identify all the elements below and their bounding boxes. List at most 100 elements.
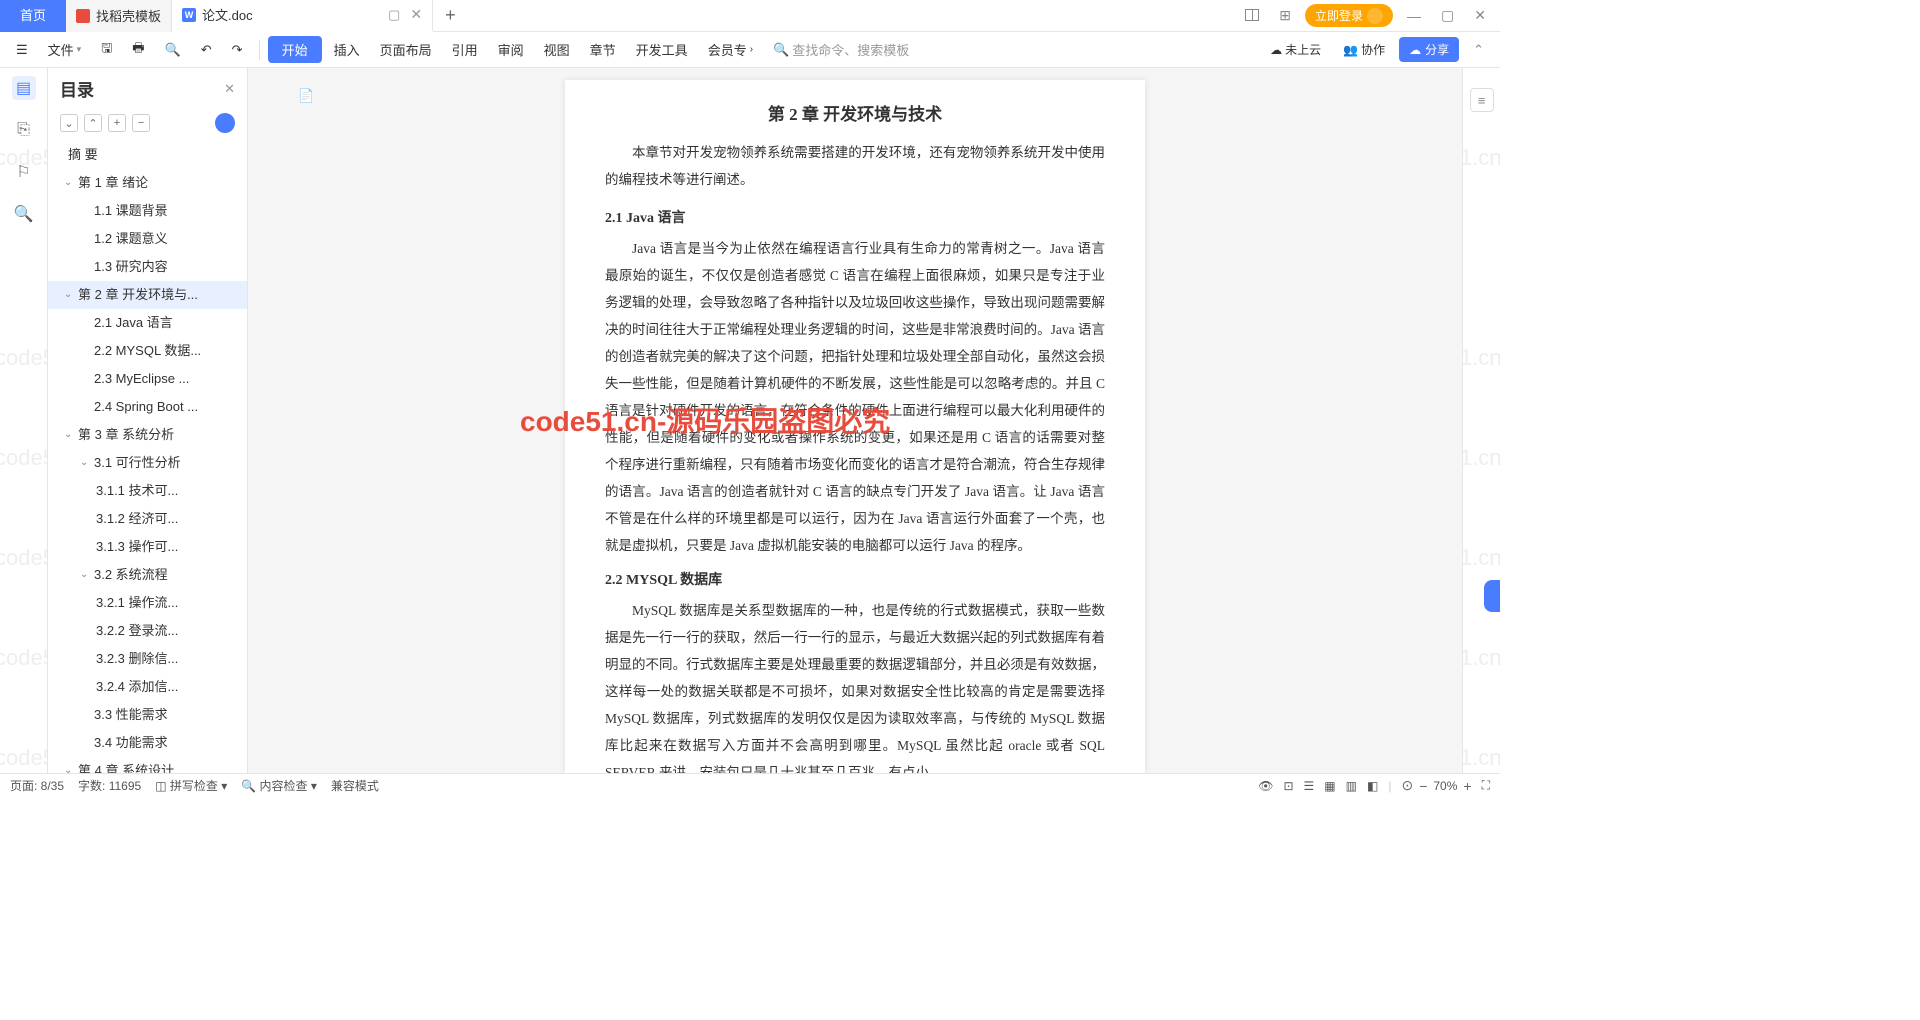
toc-item[interactable]: 3.1.2 经济可... [48,505,247,533]
toc-item-label: 1.3 研究内容 [94,257,168,277]
chevron-icon[interactable]: ⌄ [80,565,90,585]
toc-item[interactable]: 1.2 课题意义 [48,225,247,253]
tab-review[interactable]: 审阅 [490,36,532,63]
toc-collapse-icon[interactable]: ⌄ [60,114,78,132]
contentcheck-button[interactable]: 🔍 内容检查 ▾ [241,777,317,794]
toc-item[interactable]: ⌄3.2 系统流程 [48,561,247,589]
toc-item[interactable]: 2.3 MyEclipse ... [48,365,247,393]
toc-item[interactable]: 3.2.2 登录流... [48,617,247,645]
toc-item[interactable]: 3.1.1 技术可... [48,477,247,505]
minimize-button[interactable]: — [1401,8,1427,24]
word-count[interactable]: 字数: 11695 [78,777,141,794]
file-menu[interactable]: 文件 ▾ [40,36,90,63]
tab-template[interactable]: 找稻壳模板 [66,0,172,32]
cloud-status[interactable]: ☁ 未上云 [1262,37,1329,62]
print-icon[interactable]: 🖶 [124,35,152,65]
apps-icon[interactable]: ⊞ [1273,7,1297,24]
view-mode-icon[interactable]: 👁 [1258,779,1273,793]
maximize-button[interactable]: ▢ [1435,7,1460,24]
toc-item[interactable]: ⌄第 2 章 开发环境与... [48,281,247,309]
close-button[interactable]: ✕ [1468,7,1492,24]
page-options-icon[interactable]: 📄 [298,88,314,104]
chevron-icon[interactable]: ⌄ [64,173,74,193]
toc-item[interactable]: 3.2.1 操作流... [48,589,247,617]
preview-icon[interactable]: 🔍 [157,38,189,62]
zoom-reset-icon[interactable]: ⊙ [1401,777,1413,794]
tab-home[interactable]: 首页 [0,0,66,32]
search-box[interactable]: 🔍 查找命令、搜索模板 [765,36,917,63]
tab-document[interactable]: W 论文.doc ▢ ✕ [172,0,433,32]
web-view-icon[interactable]: ▦ [1324,779,1335,793]
toc-item-label: 1.2 课题意义 [94,229,168,249]
toc-plus-icon[interactable]: + [108,114,126,132]
chevron-icon[interactable]: ⌄ [64,761,74,773]
zoom-in-button[interactable]: + [1463,778,1471,794]
tab-reference[interactable]: 引用 [444,36,486,63]
toc-item[interactable]: ⌄第 4 章 系统设计 [48,757,247,773]
toc-item[interactable]: ⌄第 1 章 绪论 [48,169,247,197]
new-tab-button[interactable]: + [433,5,468,26]
login-label: 立即登录 [1315,7,1363,24]
toc-item[interactable]: ⌄3.1 可行性分析 [48,449,247,477]
toc-item[interactable]: 2.4 Spring Boot ... [48,393,247,421]
status-bar: 页面: 8/35 字数: 11695 ◫ 拼写检查 ▾ 🔍 内容检查 ▾ 兼容模… [0,773,1500,797]
zoom-level[interactable]: 70% [1433,779,1457,793]
toc-item[interactable]: ⌄第 3 章 系统分析 [48,421,247,449]
toc-ai-icon[interactable] [215,113,235,133]
chevron-icon[interactable]: ⌄ [64,285,74,305]
tab-member[interactable]: 会员专› [700,36,761,63]
chevron-icon[interactable]: ⌄ [80,453,90,473]
fullscreen-icon[interactable]: ⛶ [1482,778,1490,793]
reading-view-icon[interactable]: ⊡ [1283,779,1293,793]
share-button[interactable]: ☁ 分享 [1399,37,1459,62]
zoom-out-button[interactable]: − [1419,778,1427,794]
collaborate-button[interactable]: 👥 协作 [1335,37,1393,62]
tab-close-icon[interactable]: ✕ [410,6,422,23]
toc-item[interactable]: 3.4 功能需求 [48,729,247,757]
toc-expand-icon[interactable]: ⌃ [84,114,102,132]
toc-item[interactable]: 3.3 性能需求 [48,701,247,729]
rail-icon-2[interactable]: ⎘ [12,118,36,142]
toc-item[interactable]: 3.2.3 删除信... [48,645,247,673]
layout-icon[interactable] [1239,8,1265,24]
toc-item-label: 3.1.3 操作可... [96,537,178,557]
tab-devtools[interactable]: 开发工具 [628,36,696,63]
toc-item-label: 3.2.3 删除信... [96,649,178,669]
menu-icon[interactable]: ☰ [8,38,36,62]
tab-insert[interactable]: 插入 [326,36,368,63]
side-feedback-tab[interactable] [1484,580,1500,612]
toc-item[interactable]: 摘 要 [48,141,247,169]
page-indicator[interactable]: 页面: 8/35 [10,777,64,794]
toc-item[interactable]: 2.2 MYSQL 数据... [48,337,247,365]
toc-item[interactable]: 1.3 研究内容 [48,253,247,281]
tab-layout[interactable]: 页面布局 [372,36,440,63]
tab-bar: 首页 找稻壳模板 W 论文.doc ▢ ✕ + ⊞ 立即登录 — ▢ ✕ [0,0,1500,32]
toc-item[interactable]: 1.1 课题背景 [48,197,247,225]
focus-view-icon[interactable]: ◧ [1367,779,1378,793]
toc-item[interactable]: 3.1.3 操作可... [48,533,247,561]
save-icon[interactable]: 🖫 [93,35,120,65]
spellcheck-button[interactable]: ◫ 拼写检查 ▾ [155,777,227,794]
toc-rail-icon[interactable]: ▤ [12,76,36,100]
redo-icon[interactable]: ↷ [224,38,251,62]
collapse-ribbon-icon[interactable]: ⌃ [1465,38,1492,62]
print-view-icon[interactable]: ▥ [1346,779,1357,793]
tab-chapter[interactable]: 章节 [582,36,624,63]
toc-close-icon[interactable]: ✕ [224,81,235,97]
tab-start[interactable]: 开始 [268,36,322,63]
chevron-icon[interactable]: ⌄ [64,425,74,445]
outline-view-icon[interactable]: ☰ [1304,779,1315,793]
search-rail-icon[interactable]: 🔍 [12,202,36,226]
toc-item-label: 第 1 章 绪论 [78,173,148,193]
toc-minus-icon[interactable]: − [132,114,150,132]
right-panel-icon[interactable]: ≡ [1470,88,1494,112]
bookmark-rail-icon[interactable]: ⚐ [12,160,36,184]
undo-icon[interactable]: ↶ [193,38,220,62]
left-rail: ▤ ⎘ ⚐ 🔍 [0,68,48,773]
tab-window-icon[interactable]: ▢ [388,7,400,23]
tab-view[interactable]: 视图 [536,36,578,63]
toc-item[interactable]: 3.2.4 添加信... [48,673,247,701]
login-button[interactable]: 立即登录 [1305,4,1393,27]
toc-item-label: 3.2.2 登录流... [96,621,178,641]
toc-item[interactable]: 2.1 Java 语言 [48,309,247,337]
